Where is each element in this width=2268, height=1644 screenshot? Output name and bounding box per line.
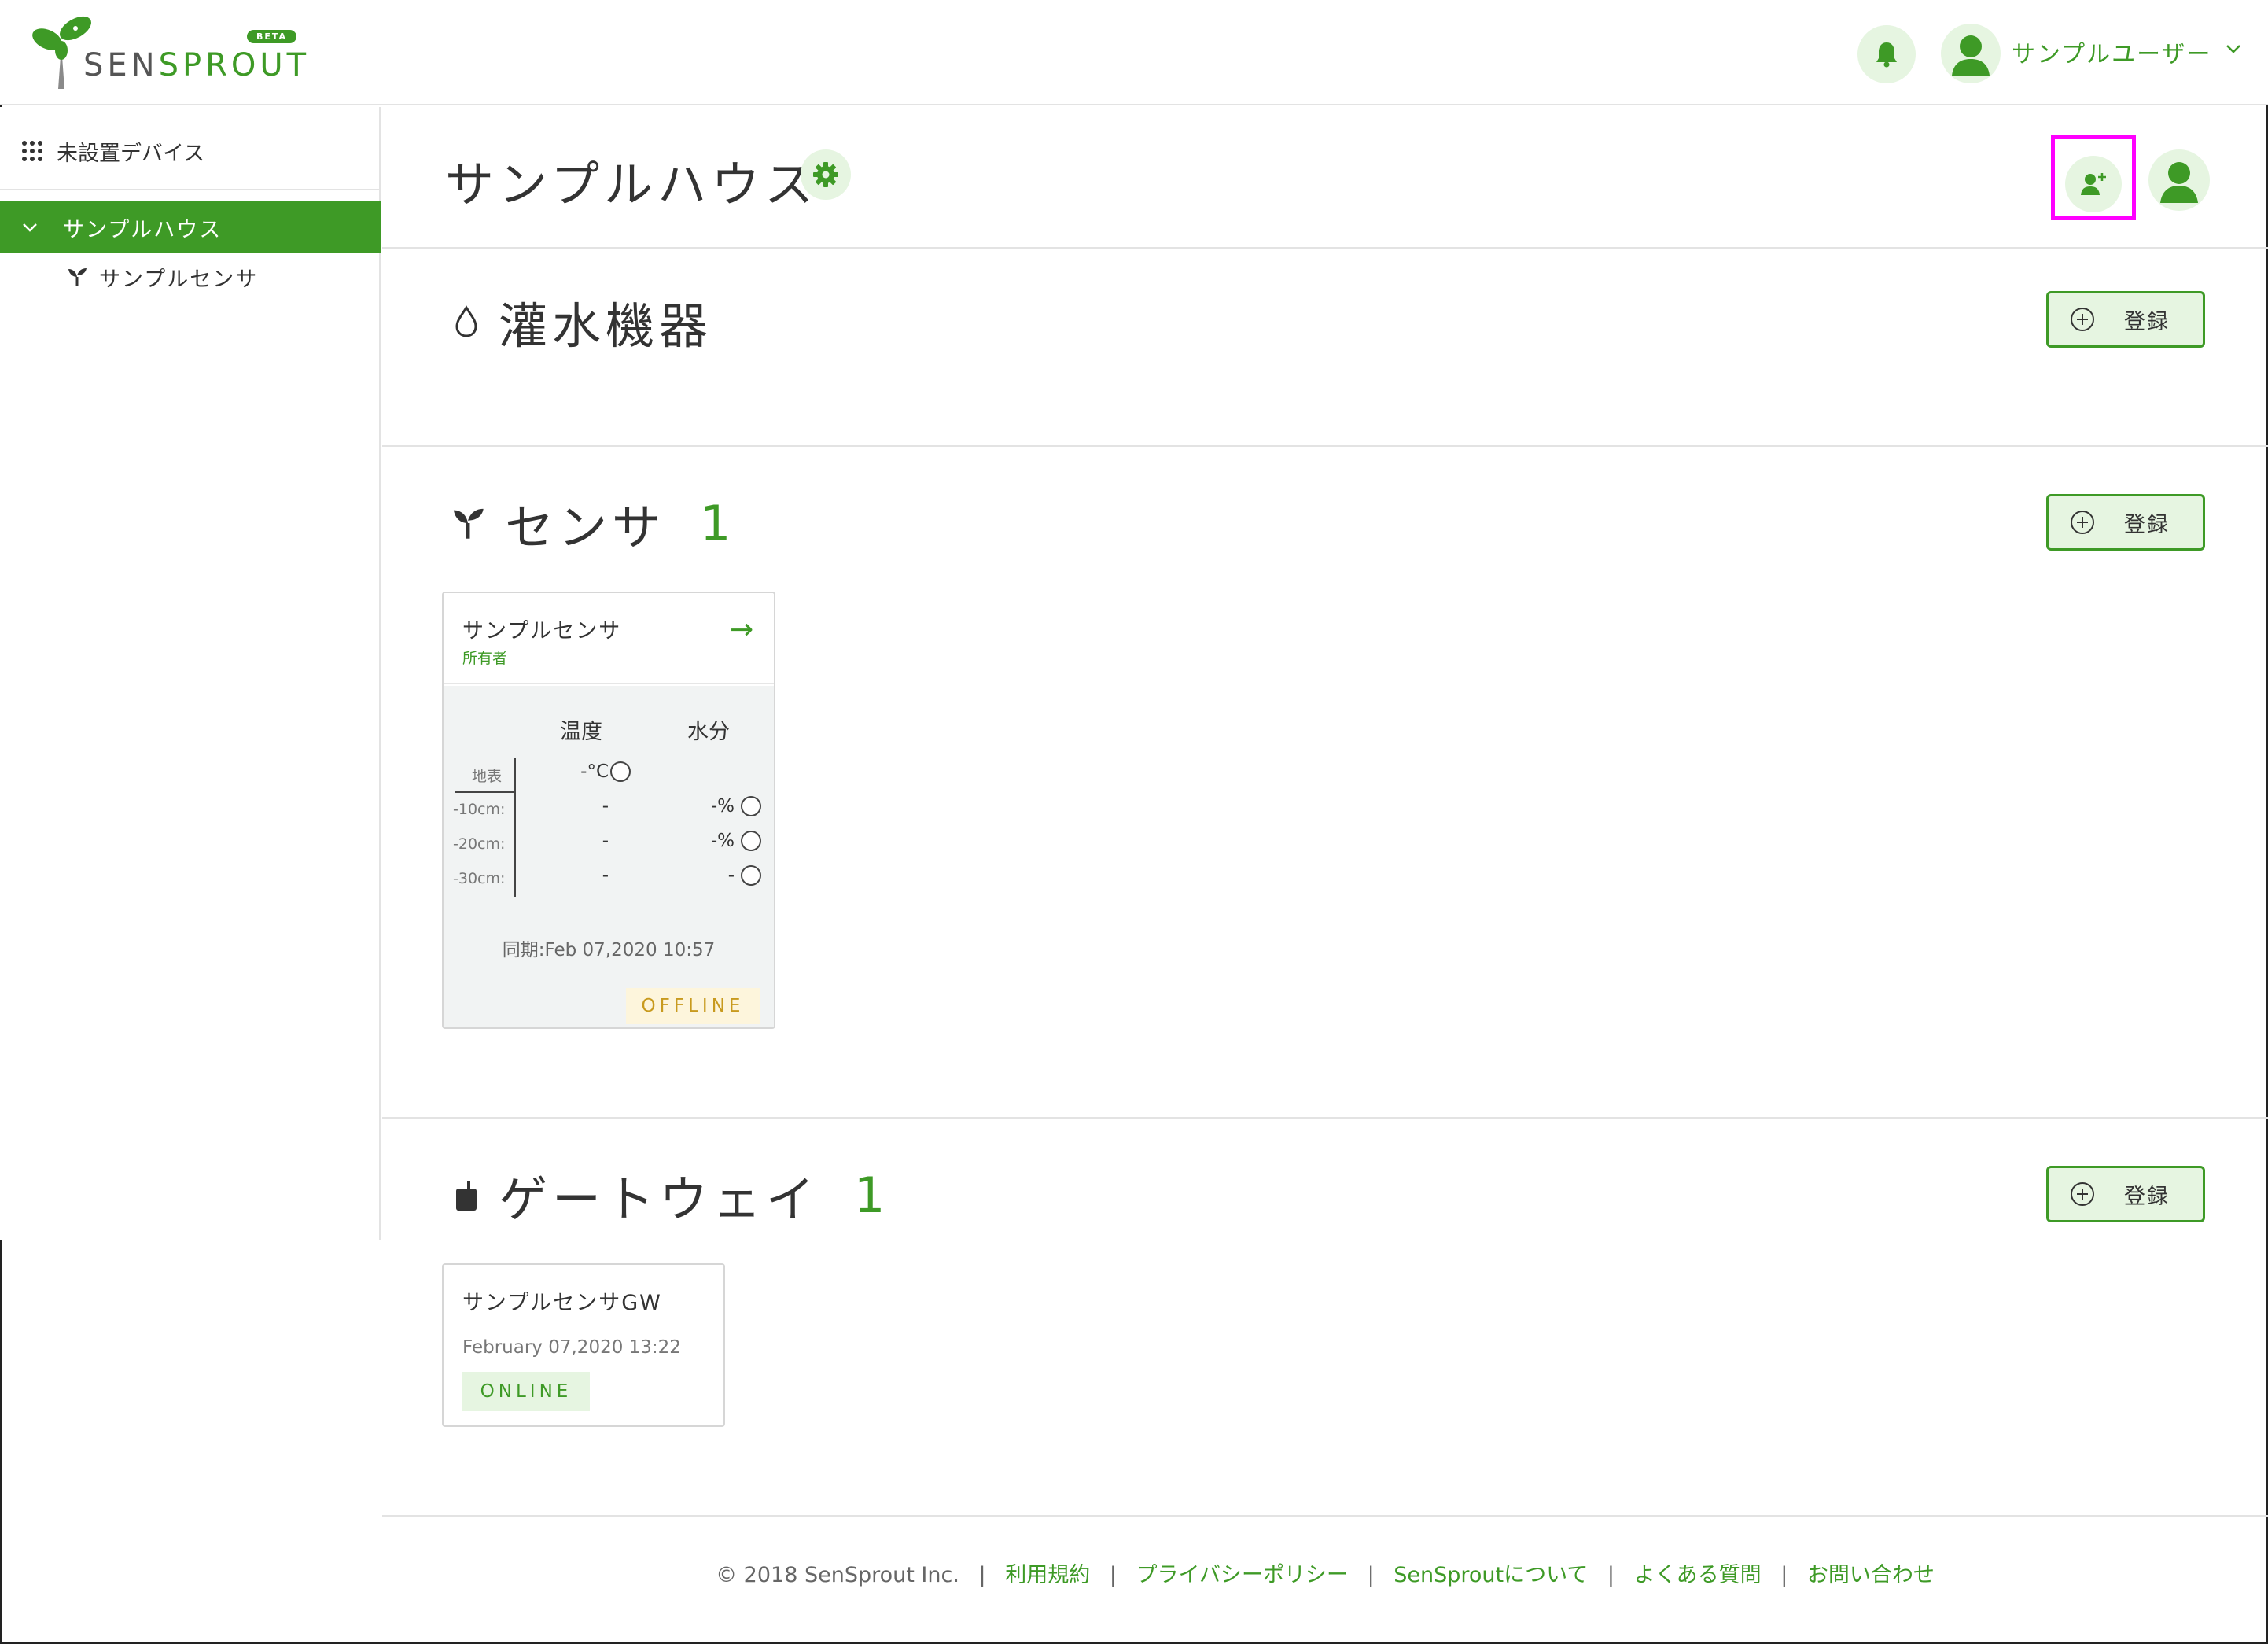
user-avatar-icon: [1952, 35, 1990, 76]
chevron-down-icon[interactable]: [20, 218, 39, 237]
sidebar: 未設置デバイス サンプルハウス サンプルセンサ: [0, 107, 381, 1240]
sidebar-item-sensor[interactable]: サンプルセンサ: [66, 261, 258, 293]
section-divider: [382, 445, 2268, 447]
logo-wordmark: SENSPROUT: [83, 47, 311, 83]
plus-circle-icon: [2071, 511, 2094, 534]
footer-separator: |: [978, 1563, 986, 1587]
sprout-icon: [453, 508, 484, 539]
status-circle-icon: [741, 796, 761, 816]
sidebar-item-unplaced-devices[interactable]: 未設置デバイス: [20, 135, 204, 167]
footer-link-terms[interactable]: 利用規約: [1005, 1563, 1090, 1587]
footer-link-about[interactable]: SenSproutについて: [1394, 1563, 1588, 1587]
sensor-card[interactable]: サンプルセンサ 所有者 → 温度 水分 地表 -°C -10cm: - -% -…: [442, 592, 775, 1029]
status-badge-online: ONLINE: [462, 1372, 590, 1411]
notification-button[interactable]: [1857, 25, 1916, 83]
temperature-value: -: [602, 831, 609, 851]
register-irrigation-button[interactable]: 登録: [2046, 291, 2205, 348]
footer-link-contact[interactable]: お問い合わせ: [1807, 1563, 1935, 1587]
sensprout-logo[interactable]: SENSPROUT BETA: [30, 14, 306, 93]
temperature-header: 温度: [560, 720, 602, 744]
user-menu-name[interactable]: サンプルユーザー: [2012, 35, 2212, 69]
arrow-right-icon[interactable]: →: [730, 614, 753, 646]
gateway-card[interactable]: サンプルセンサGW February 07,2020 13:22 ONLINE: [442, 1263, 725, 1427]
irrigation-section-title: 灌水機器: [453, 286, 712, 357]
status-badge-offline: OFFLINE: [626, 988, 760, 1024]
user-avatar[interactable]: [1941, 24, 2001, 83]
depth-label: -10cm:: [453, 801, 506, 818]
plus-circle-icon: [2071, 1182, 2094, 1206]
footer-link-faq[interactable]: よくある質問: [1634, 1563, 1762, 1587]
depth-label: -20cm:: [453, 835, 506, 853]
plus-circle-icon: [2071, 308, 2094, 331]
sidebar-item-label: サンプルセンサ: [99, 267, 259, 292]
chevron-down-icon[interactable]: [2224, 39, 2243, 58]
sensor-card-header[interactable]: サンプルセンサ 所有者 →: [444, 593, 774, 684]
depth-label: 地表: [472, 768, 503, 785]
sensor-section-title: センサ 1: [450, 488, 735, 558]
sprout-icon: [68, 268, 87, 286]
member-avatar[interactable]: [2148, 149, 2210, 211]
page-title: サンプルハウス: [445, 156, 819, 213]
beta-badge: BETA: [247, 30, 297, 43]
water-drop-icon: [455, 305, 477, 337]
gateway-count: 1: [854, 1166, 890, 1224]
bell-icon: [1876, 42, 1897, 68]
gateway-date: February 07,2020 13:22: [462, 1337, 681, 1358]
sidebar-item-house[interactable]: サンプルハウス: [0, 201, 381, 253]
footer-divider: [382, 1515, 2268, 1517]
table-axis-line: [455, 791, 514, 793]
gateway-section-title: ゲートウェイ 1: [453, 1159, 889, 1230]
sensor-count: 1: [700, 494, 736, 552]
temperature-value: -: [602, 796, 609, 816]
footer-link-privacy[interactable]: プライバシーポリシー: [1136, 1563, 1348, 1587]
status-circle-icon: [610, 761, 631, 782]
sidebar-divider: [0, 189, 381, 190]
status-circle-icon: [741, 865, 761, 886]
sidebar-item-label: サンプルハウス: [63, 217, 223, 242]
highlight-box: [2051, 135, 2136, 220]
copyright: © 2018 SenSprout Inc.: [716, 1563, 959, 1587]
section-divider: [382, 1117, 2268, 1119]
user-avatar-icon: [2160, 162, 2198, 203]
status-circle-icon: [741, 831, 761, 851]
footer-separator: |: [1607, 1563, 1615, 1587]
top-header: SENSPROUT BETA サンプルユーザー: [0, 0, 2268, 105]
grid-dots-icon: [22, 141, 42, 161]
depth-label: -30cm:: [453, 870, 506, 887]
sensor-readings: 温度 水分 地表 -°C -10cm: - -% -20cm: - -% -30…: [444, 686, 774, 1027]
temperature-value: -: [602, 865, 609, 886]
house-settings-button[interactable]: [801, 149, 851, 200]
moisture-value: -%: [710, 831, 735, 851]
sensor-role: 所有者: [462, 650, 508, 667]
footer: © 2018 SenSprout Inc. | 利用規約 | プライバシーポリシ…: [382, 1557, 2268, 1588]
register-gateway-button[interactable]: 登録: [2046, 1166, 2205, 1222]
gear-icon: [813, 162, 838, 187]
footer-separator: |: [1367, 1563, 1375, 1587]
sync-timestamp: 同期:Feb 07,2020 10:57: [502, 940, 716, 960]
moisture-value: -: [727, 865, 735, 886]
table-axis-line: [514, 758, 516, 897]
register-sensor-button[interactable]: 登録: [2046, 494, 2205, 551]
footer-separator: |: [1780, 1563, 1788, 1587]
section-divider: [382, 247, 2268, 249]
gateway-icon: [456, 1181, 477, 1211]
footer-separator: |: [1109, 1563, 1117, 1587]
sensor-name: サンプルセンサ: [462, 619, 622, 643]
gateway-name: サンプルセンサGW: [462, 1291, 662, 1315]
sidebar-item-label: 未設置デバイス: [57, 141, 205, 166]
moisture-header: 水分: [687, 720, 730, 744]
temperature-value: -°C: [580, 761, 609, 782]
moisture-value: -%: [710, 796, 735, 816]
